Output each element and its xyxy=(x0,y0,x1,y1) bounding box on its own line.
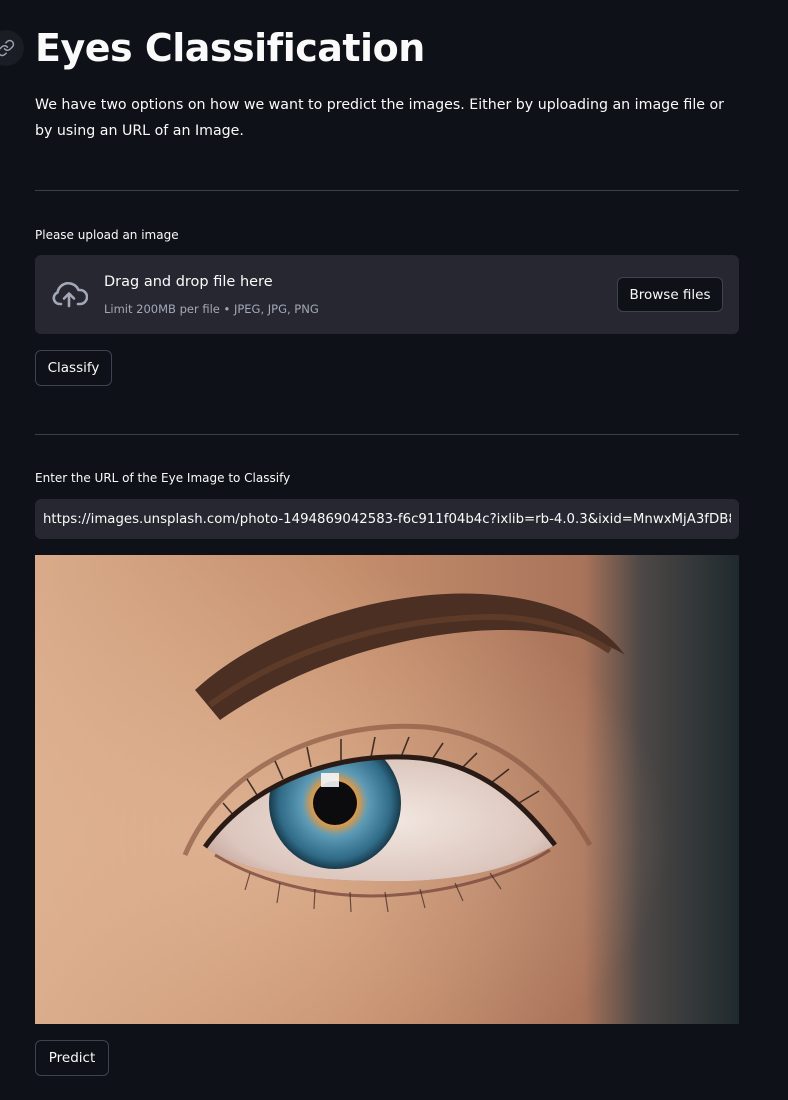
dropzone-limit: Limit 200MB per file • JPEG, JPG, PNG xyxy=(104,302,319,316)
url-input[interactable] xyxy=(35,499,739,539)
main-content: Eyes Classification We have two options … xyxy=(35,0,739,1076)
eye-image xyxy=(35,555,739,1024)
cloud-upload-icon xyxy=(52,281,88,308)
divider-middle xyxy=(35,434,739,435)
browse-files-button[interactable]: Browse files xyxy=(617,277,723,312)
dropzone-title: Drag and drop file here xyxy=(104,274,273,290)
intro-text: We have two options on how we want to pr… xyxy=(35,97,725,139)
upload-label: Please upload an image xyxy=(35,228,179,242)
divider-top xyxy=(35,190,739,191)
url-label: Enter the URL of the Eye Image to Classi… xyxy=(35,471,291,485)
classify-button[interactable]: Classify xyxy=(35,350,112,386)
page-title: Eyes Classification xyxy=(35,26,425,70)
predict-button[interactable]: Predict xyxy=(35,1040,109,1076)
link-icon[interactable] xyxy=(0,30,24,66)
file-dropzone[interactable]: Drag and drop file here Limit 200MB per … xyxy=(35,255,739,334)
